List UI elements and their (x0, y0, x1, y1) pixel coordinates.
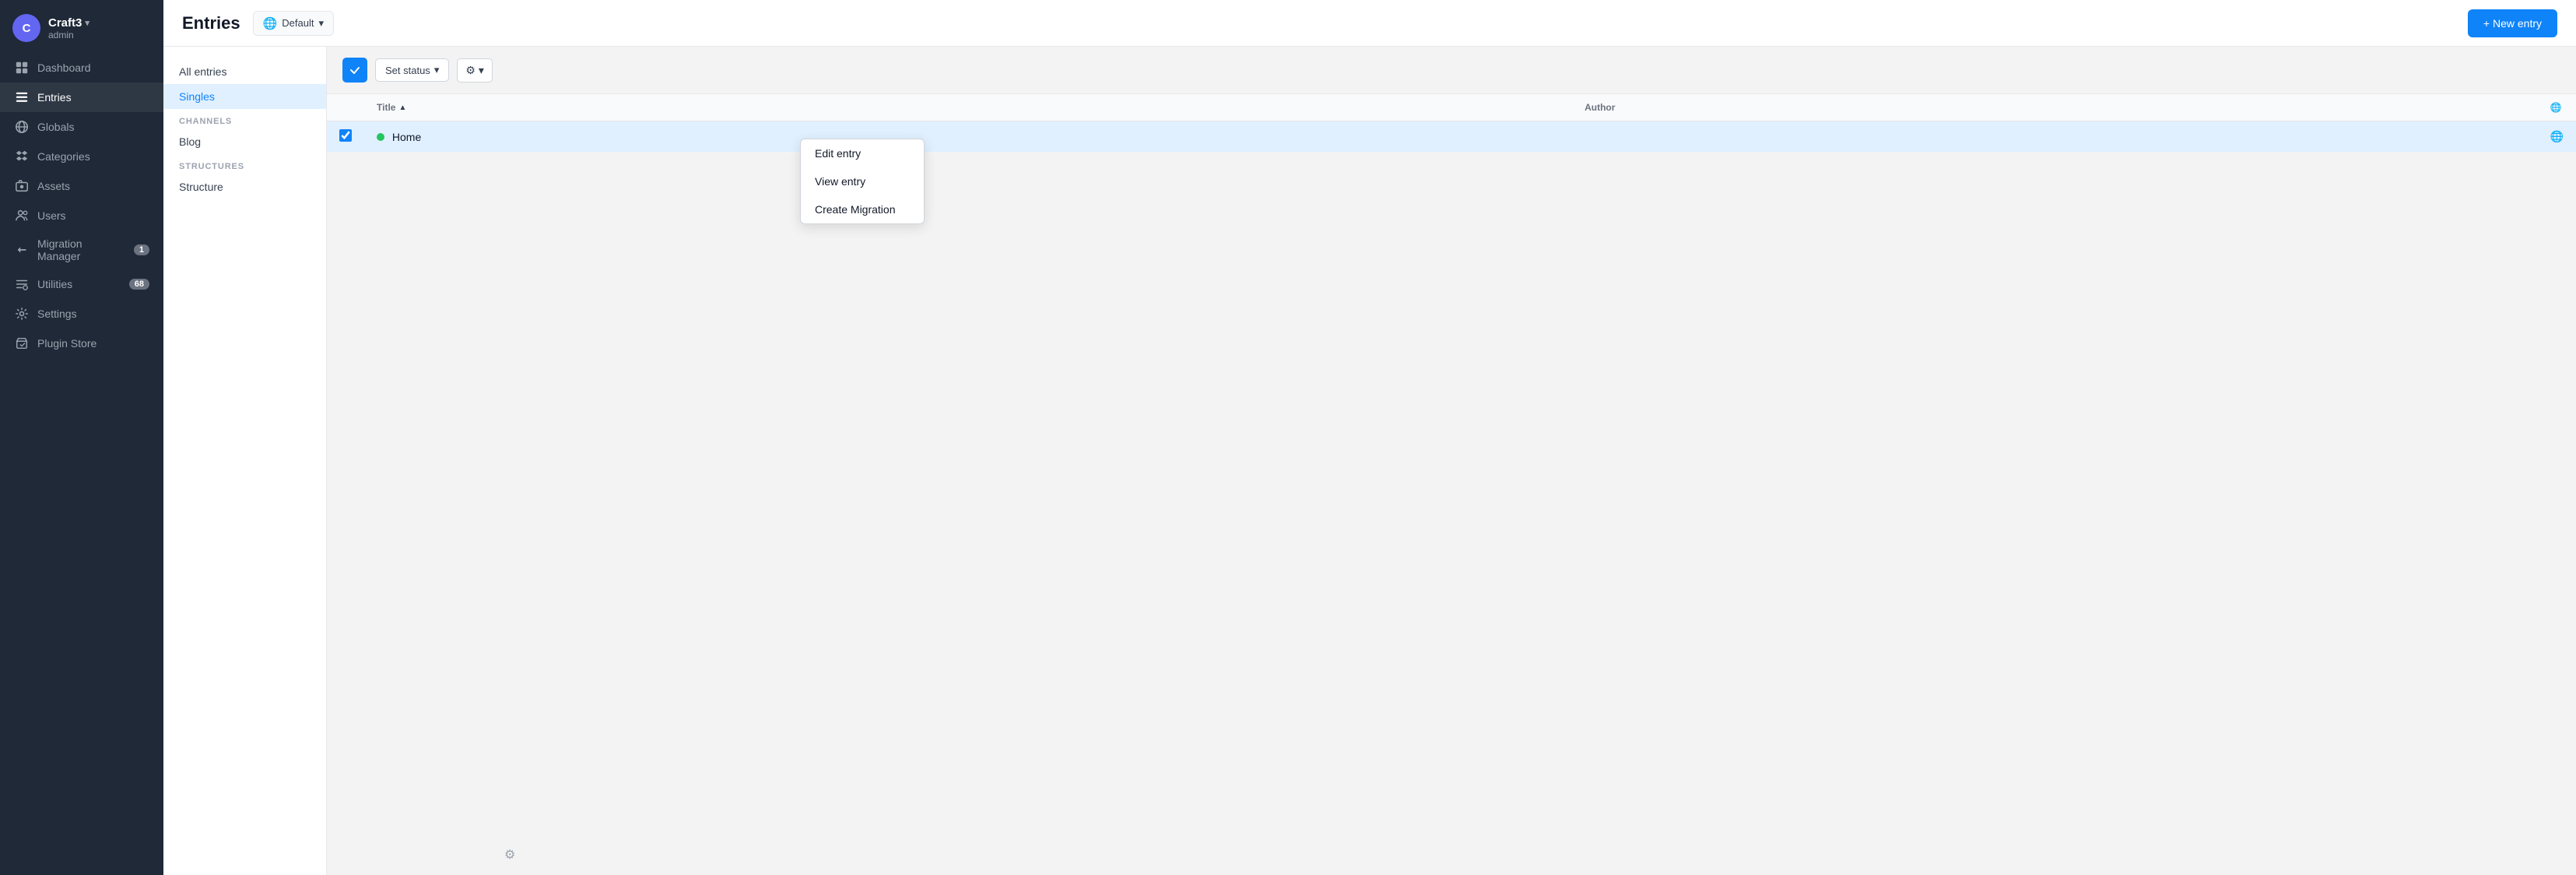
migration-icon (14, 242, 30, 258)
toolbar: Set status ▾ ⚙ ▾ (327, 47, 2576, 93)
sidebar-item-label: Dashboard (37, 61, 91, 74)
dashboard-icon (14, 60, 30, 76)
select-all-checkbox[interactable] (342, 58, 367, 83)
sidebar-item-categories[interactable]: Categories (0, 142, 163, 171)
set-status-chevron-icon: ▾ (434, 64, 440, 76)
context-menu: Edit entry View entry Create Migration (800, 139, 925, 224)
sidebar-item-label: Users (37, 209, 66, 222)
gear-dropdown-button[interactable]: ⚙ ▾ (457, 58, 493, 83)
row-title-cell: Home (364, 121, 1572, 153)
sidebar: C Craft3 ▾ admin Dashboard Entries (0, 0, 163, 875)
content-area: All entries Singles Channels Blog Struct… (163, 47, 2576, 875)
sidebar-item-assets[interactable]: Assets (0, 171, 163, 201)
sidebar-item-label: Plugin Store (37, 337, 97, 350)
left-nav-channels-section: Channels (163, 109, 326, 129)
main-content: Entries 🌐 Default ▾ + New entry All entr… (163, 0, 2576, 875)
sidebar-brand: Craft3 ▾ admin (48, 16, 89, 40)
left-nav-blog[interactable]: Blog (163, 129, 326, 154)
source-select-dropdown[interactable]: 🌐 Default ▾ (253, 11, 334, 36)
sidebar-item-users[interactable]: Users (0, 201, 163, 230)
page-title: Entries (182, 13, 240, 33)
gear-chevron-icon: ▾ (479, 64, 484, 77)
globals-icon (14, 119, 30, 135)
topbar: Entries 🌐 Default ▾ + New entry (163, 0, 2576, 47)
migration-badge: 1 (134, 244, 149, 255)
left-nav-structure[interactable]: Structure (163, 174, 326, 199)
source-label: Default (282, 17, 314, 29)
source-chevron-icon: ▾ (318, 17, 324, 30)
sidebar-item-plugin-store[interactable]: Plugin Store (0, 329, 163, 358)
sidebar-item-globals[interactable]: Globals (0, 112, 163, 142)
th-author[interactable]: Author (1572, 94, 2537, 121)
set-status-label: Set status (385, 65, 430, 76)
row-author-cell (1572, 121, 2537, 153)
gear-icon: ⚙ (465, 64, 476, 77)
assets-icon (14, 178, 30, 194)
sidebar-item-label: Assets (37, 180, 70, 192)
users-icon (14, 208, 30, 223)
table-area: Set status ▾ ⚙ ▾ Edit entry View entry C… (327, 47, 2576, 875)
entries-table: Title ▲ Author 🌐 (327, 93, 2576, 153)
left-nav-singles[interactable]: Singles (163, 84, 326, 109)
settings-icon (14, 306, 30, 322)
left-nav-all-entries[interactable]: All entries (163, 59, 326, 84)
entries-icon (14, 90, 30, 105)
row-globe-icon: 🌐 (2550, 130, 2564, 142)
avatar: C (12, 14, 40, 42)
sidebar-item-label: Entries (37, 91, 72, 104)
table-row[interactable]: Home 🌐 (327, 121, 2576, 153)
new-entry-button[interactable]: + New entry (2468, 9, 2557, 37)
globe-icon: 🌐 (263, 16, 278, 30)
sidebar-item-utilities[interactable]: Utilities 68 (0, 269, 163, 299)
topbar-left: Entries 🌐 Default ▾ (182, 11, 334, 36)
table-header-row: Title ▲ Author 🌐 (327, 94, 2576, 121)
status-dot (377, 133, 384, 141)
sidebar-item-settings[interactable]: Settings (0, 299, 163, 329)
row-title: Home (392, 131, 421, 143)
sort-icon: ▲ (398, 104, 406, 112)
th-title[interactable]: Title ▲ (364, 94, 1572, 121)
globe-header-icon: 🌐 (2550, 102, 2562, 113)
sidebar-item-entries[interactable]: Entries (0, 83, 163, 112)
brand-name: Craft3 (48, 16, 82, 30)
sidebar-item-label: Migration Manager (37, 237, 126, 262)
left-nav-panel: All entries Singles Channels Blog Struct… (163, 47, 327, 875)
context-menu-edit-entry[interactable]: Edit entry (801, 139, 924, 167)
plugin-store-icon (14, 336, 30, 351)
row-checkbox-cell[interactable] (327, 121, 364, 153)
set-status-button[interactable]: Set status ▾ (375, 58, 449, 82)
left-nav-structures-section: Structures (163, 154, 326, 174)
brand-chevron-icon: ▾ (85, 18, 89, 28)
th-globe: 🌐 (2538, 94, 2576, 121)
th-checkbox (327, 94, 364, 121)
utilities-icon (14, 276, 30, 292)
row-checkbox[interactable] (339, 129, 352, 142)
sidebar-item-label: Utilities (37, 278, 72, 290)
categories-icon (14, 149, 30, 164)
sidebar-item-label: Categories (37, 150, 90, 163)
utilities-badge: 68 (129, 279, 149, 290)
sidebar-header: C Craft3 ▾ admin (0, 0, 163, 53)
sidebar-item-label: Settings (37, 307, 77, 320)
context-menu-view-entry[interactable]: View entry (801, 167, 924, 195)
row-globe-cell: 🌐 (2538, 121, 2576, 153)
brand-admin: admin (48, 30, 89, 40)
sidebar-item-label: Globals (37, 121, 74, 133)
sidebar-item-migration-manager[interactable]: Migration Manager 1 (0, 230, 163, 269)
context-menu-create-migration[interactable]: Create Migration (801, 195, 924, 223)
sidebar-item-dashboard[interactable]: Dashboard (0, 53, 163, 83)
sidebar-nav: Dashboard Entries Globals Categories (0, 53, 163, 875)
bottom-gear-icon[interactable]: ⚙ (504, 847, 515, 863)
